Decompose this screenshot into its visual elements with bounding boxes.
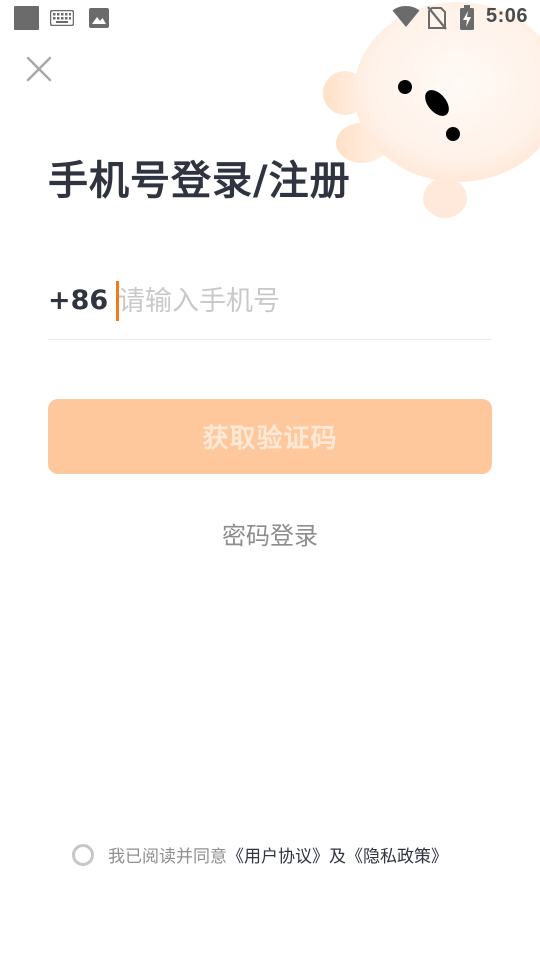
password-login-link[interactable]: 密码登录: [0, 516, 540, 551]
page-title: 手机号登录/注册: [48, 158, 351, 204]
status-bar: 5:06: [0, 0, 540, 36]
wifi-icon: [392, 6, 420, 27]
keyboard-icon: [50, 10, 74, 26]
get-verification-code-button[interactable]: 获取验证码: [48, 399, 492, 474]
mascot-eye-right: [446, 127, 460, 141]
battery-charging-icon: [460, 5, 474, 30]
close-button[interactable]: [22, 52, 56, 86]
clock: 5:06: [485, 5, 528, 27]
agreement-conjunction: 及: [329, 847, 346, 867]
agreement-prefix: 我已阅读并同意: [108, 847, 227, 867]
close-icon: [26, 56, 52, 82]
agreement-checkbox[interactable]: [72, 843, 94, 866]
agreement-row: 我已阅读并同意 《用户协议》 及 《隐私政策》: [72, 842, 448, 867]
app-icon: [14, 6, 39, 30]
no-sim-icon: [427, 6, 447, 30]
user-agreement-link[interactable]: 《用户协议》: [227, 842, 329, 867]
phone-input-row: +86: [48, 275, 492, 340]
mascot-foot: [423, 178, 467, 218]
phone-number-input[interactable]: [118, 279, 488, 323]
privacy-policy-link[interactable]: 《隐私政策》: [346, 842, 448, 867]
mascot-eye-left: [398, 80, 412, 94]
image-icon: [89, 8, 109, 28]
country-code[interactable]: +86: [48, 285, 108, 316]
